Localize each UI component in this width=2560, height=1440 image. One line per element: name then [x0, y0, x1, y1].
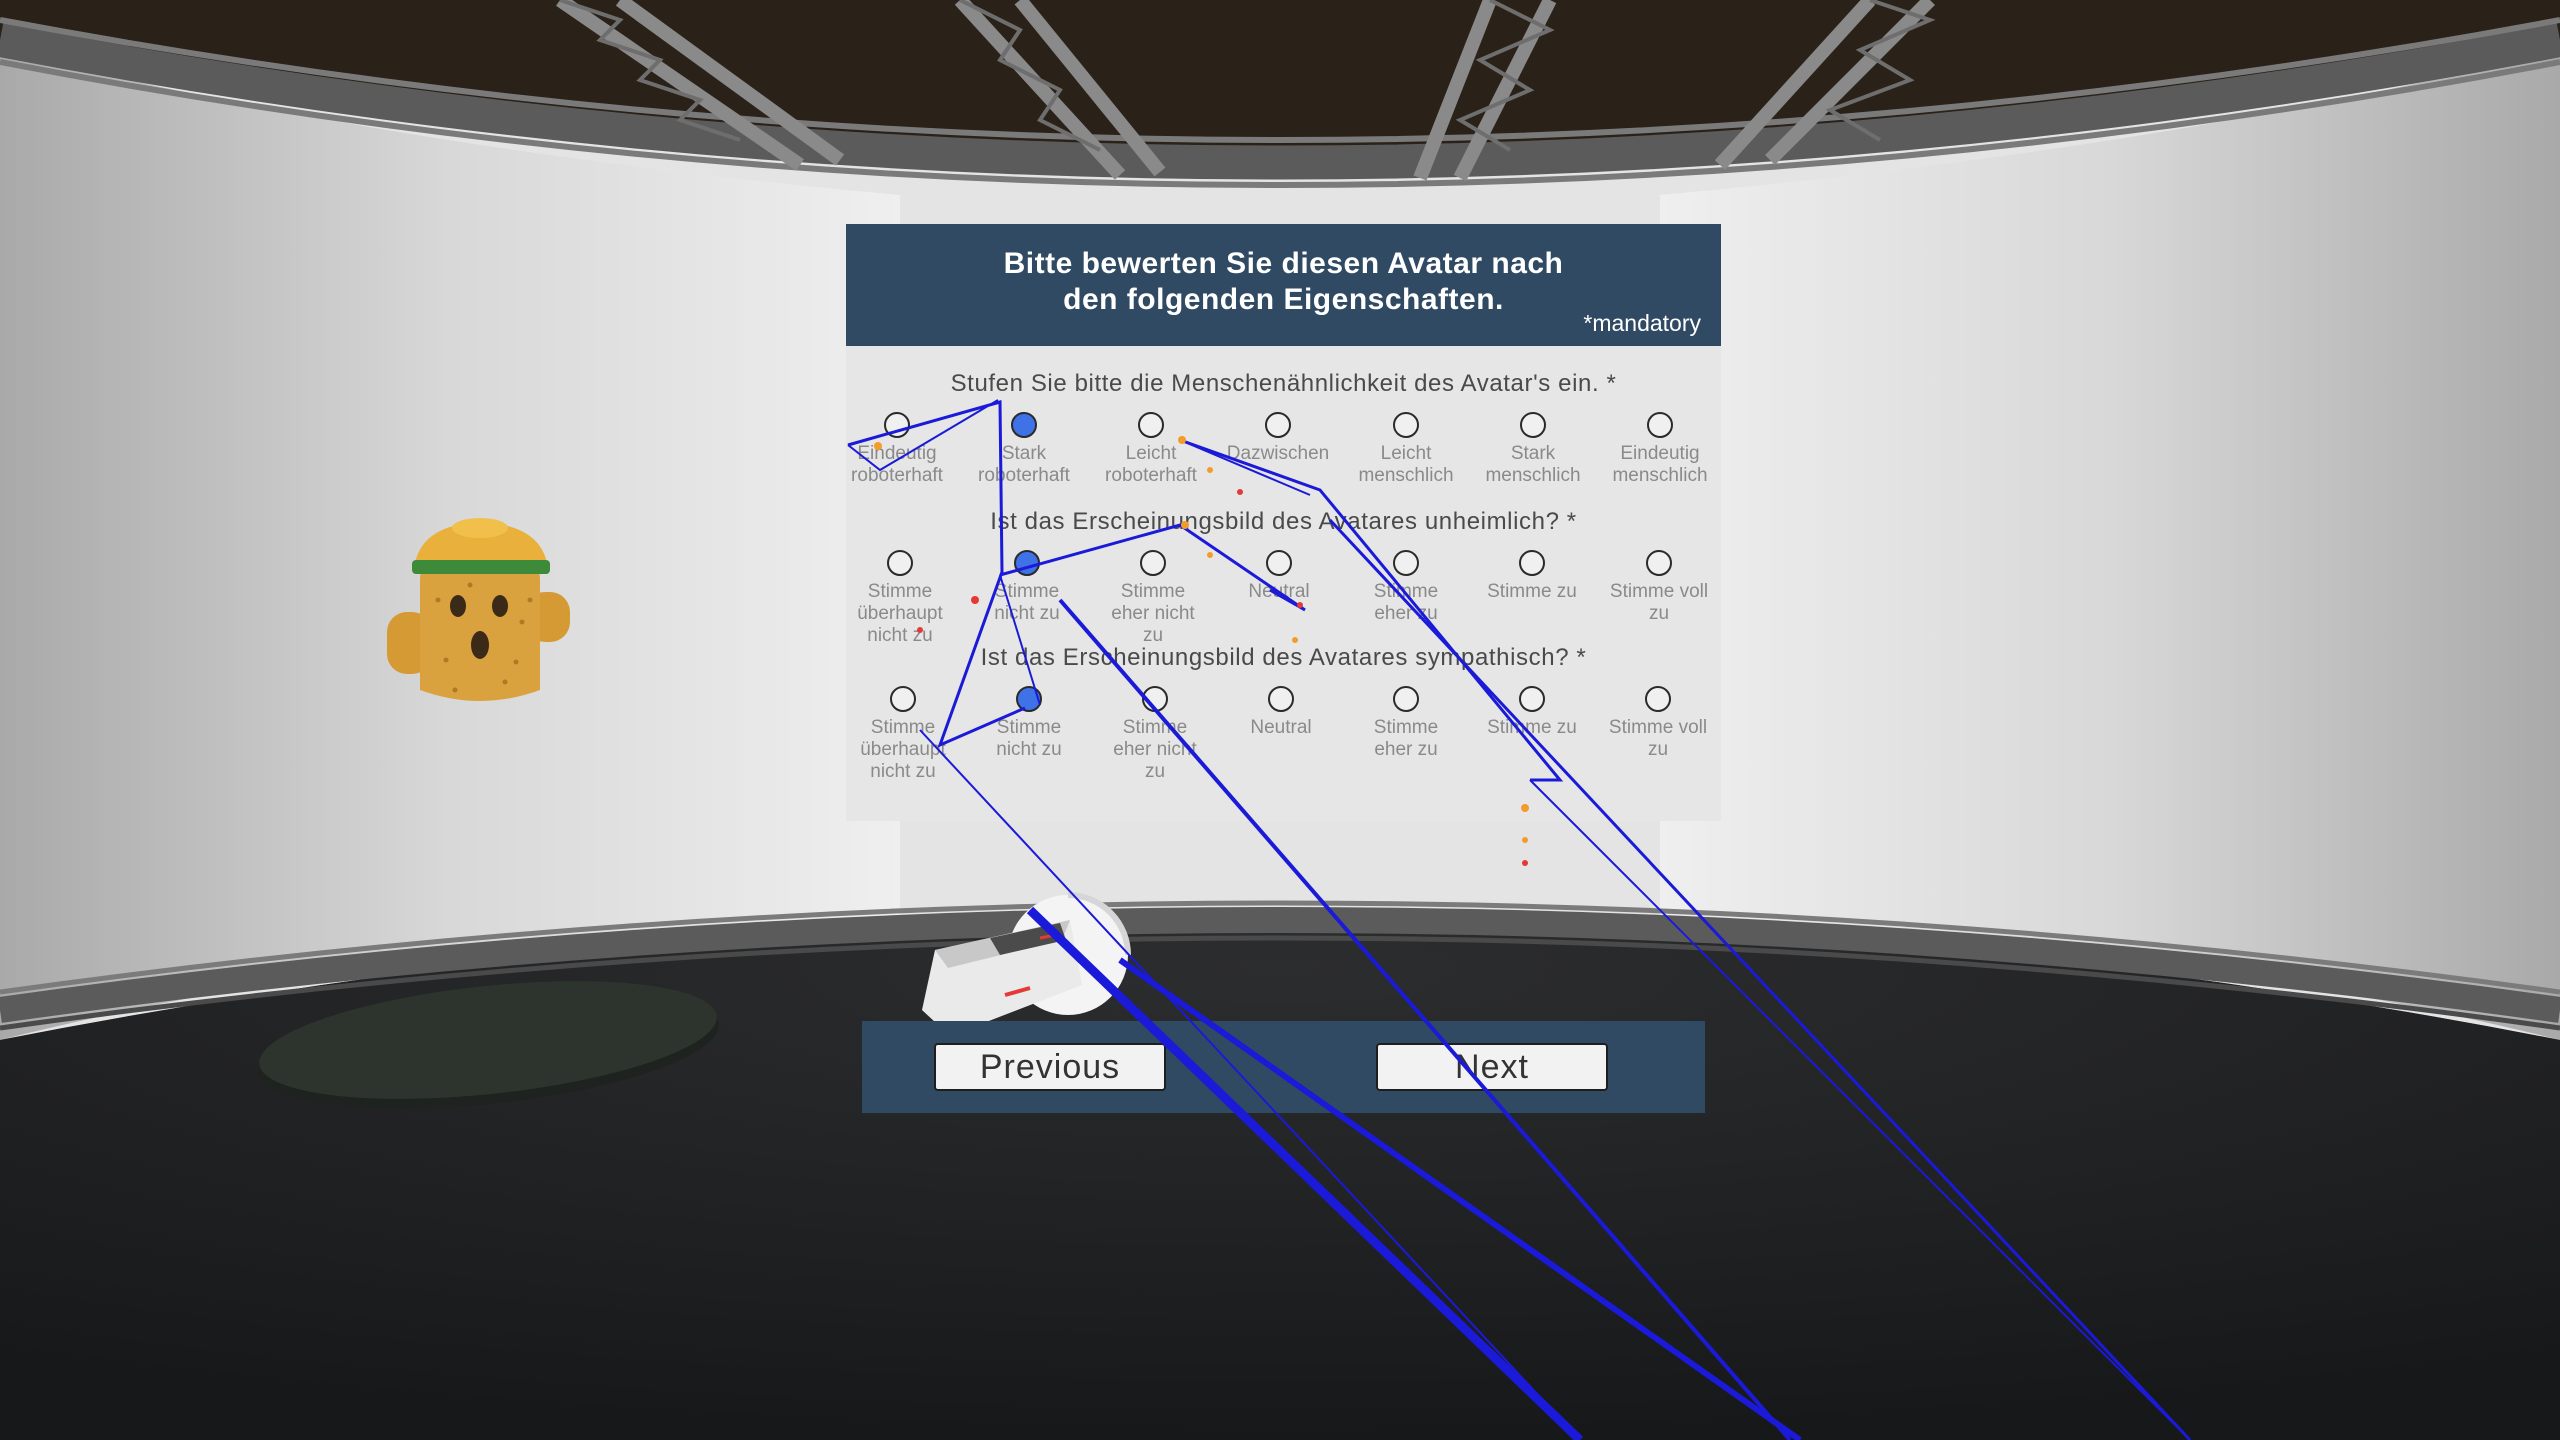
- question-1-text: Stufen Sie bitte die Menschenähnlichkeit…: [950, 370, 1617, 397]
- option-label: Leicht: [1125, 443, 1177, 464]
- question-3-text: Ist das Erscheinungsbild des Avatares sy…: [980, 644, 1587, 671]
- panel-footer: Previous Next: [862, 1021, 1705, 1113]
- q3-option-6[interactable]: Stimme zu: [1468, 686, 1596, 739]
- radio-button[interactable]: [884, 412, 910, 438]
- q3-option-1[interactable]: Stimme überhaupt nicht zu: [839, 686, 967, 783]
- option-label: nicht zu: [870, 761, 936, 782]
- panel-title-line1: Bitte bewerten Sie diesen Avatar nach: [1003, 247, 1564, 280]
- radio-button[interactable]: [1142, 686, 1168, 712]
- q3-option-4[interactable]: Neutral: [1217, 686, 1345, 739]
- option-label: roboterhaft: [851, 465, 943, 486]
- option-label: Stimme: [1373, 581, 1439, 602]
- radio-button-selected[interactable]: [1011, 412, 1037, 438]
- radio-button[interactable]: [1645, 686, 1671, 712]
- q2-option-2[interactable]: Stimme nicht zu: [963, 550, 1091, 625]
- q1-option-5[interactable]: Leicht menschlich: [1342, 412, 1470, 487]
- q3-option-3[interactable]: Stimme eher nicht zu: [1091, 686, 1219, 783]
- option-label: Stimme voll: [1609, 581, 1709, 602]
- q3-option-7[interactable]: Stimme voll zu: [1594, 686, 1722, 761]
- option-label: nicht zu: [996, 739, 1062, 760]
- option-label: Eindeutig: [1620, 443, 1700, 464]
- q2-option-6[interactable]: Stimme zu: [1468, 550, 1596, 603]
- option-label: überhaupt: [860, 739, 946, 760]
- mandatory-note: *mandatory: [1583, 310, 1701, 336]
- q2-option-5[interactable]: Stimme eher zu: [1342, 550, 1470, 625]
- option-label: Stark: [1510, 443, 1556, 464]
- option-label: roboterhaft: [978, 465, 1070, 486]
- radio-button[interactable]: [1266, 550, 1292, 576]
- radio-button[interactable]: [1520, 412, 1546, 438]
- option-label: zu: [1144, 761, 1166, 782]
- option-label: Stimme: [867, 581, 933, 602]
- option-label: eher nicht: [1111, 603, 1195, 624]
- radio-button[interactable]: [1138, 412, 1164, 438]
- q1-option-1[interactable]: Eindeutig roboterhaft: [833, 412, 961, 487]
- option-label: Stimme zu: [1487, 581, 1577, 602]
- option-label: Stimme voll: [1608, 717, 1708, 738]
- option-label: Stimme: [870, 717, 936, 738]
- option-label: Stimme: [996, 717, 1062, 738]
- q1-option-6[interactable]: Stark menschlich: [1469, 412, 1597, 487]
- radio-button[interactable]: [1519, 550, 1545, 576]
- q2-option-7[interactable]: Stimme voll zu: [1595, 550, 1723, 625]
- option-label: Dazwischen: [1226, 443, 1330, 464]
- q1-option-7[interactable]: Eindeutig menschlich: [1596, 412, 1724, 487]
- next-button[interactable]: Next: [1376, 1043, 1608, 1091]
- option-label: eher nicht: [1113, 739, 1197, 760]
- option-label: Stimme: [1120, 581, 1186, 602]
- question-2-text: Ist das Erscheinungsbild des Avatares un…: [990, 508, 1577, 535]
- option-label: menschlich: [1358, 465, 1454, 486]
- radio-button-selected[interactable]: [1014, 550, 1040, 576]
- option-label: nicht zu: [994, 603, 1060, 624]
- previous-button[interactable]: Previous: [934, 1043, 1166, 1091]
- panel-header: Bitte bewerten Sie diesen Avatar nach de…: [846, 224, 1721, 346]
- radio-button[interactable]: [1140, 550, 1166, 576]
- option-label: Stimme: [994, 581, 1060, 602]
- option-label: Stimme: [1373, 717, 1439, 738]
- radio-button[interactable]: [1265, 412, 1291, 438]
- radio-button[interactable]: [1647, 412, 1673, 438]
- option-label: Neutral: [1248, 581, 1310, 602]
- radio-button[interactable]: [1646, 550, 1672, 576]
- option-label: zu: [1648, 603, 1670, 624]
- radio-button[interactable]: [1393, 412, 1419, 438]
- option-label: menschlich: [1612, 465, 1708, 486]
- option-label: Eindeutig: [857, 443, 937, 464]
- radio-button[interactable]: [887, 550, 913, 576]
- radio-button[interactable]: [1393, 550, 1419, 576]
- radio-button[interactable]: [890, 686, 916, 712]
- option-label: Neutral: [1250, 717, 1312, 738]
- radio-button-selected[interactable]: [1016, 686, 1042, 712]
- survey-panel: Bitte bewerten Sie diesen Avatar nach de…: [846, 224, 1721, 1113]
- option-label: menschlich: [1485, 465, 1581, 486]
- option-label: eher zu: [1374, 603, 1438, 624]
- option-label: roboterhaft: [1105, 465, 1197, 486]
- q2-option-3[interactable]: Stimme eher nicht zu: [1089, 550, 1217, 647]
- q1-option-2[interactable]: Stark roboterhaft: [960, 412, 1088, 487]
- option-label: Stimme zu: [1487, 717, 1577, 738]
- q1-option-4[interactable]: Dazwischen: [1214, 412, 1342, 465]
- q2-option-1[interactable]: Stimme überhaupt nicht zu: [836, 550, 964, 647]
- q1-option-3[interactable]: Leicht roboterhaft: [1087, 412, 1215, 487]
- option-label: überhaupt: [857, 603, 943, 624]
- q3-option-2[interactable]: Stimme nicht zu: [965, 686, 1093, 761]
- panel-title: Bitte bewerten Sie diesen Avatar nach de…: [846, 246, 1721, 318]
- option-label: zu: [1647, 739, 1669, 760]
- option-label: eher zu: [1374, 739, 1438, 760]
- radio-button[interactable]: [1393, 686, 1419, 712]
- q2-option-4[interactable]: Neutral: [1215, 550, 1343, 603]
- option-label: Leicht: [1380, 443, 1432, 464]
- option-label: Stark: [1001, 443, 1047, 464]
- radio-button[interactable]: [1519, 686, 1545, 712]
- questions-area: Stufen Sie bitte die Menschenähnlichkeit…: [846, 346, 1721, 821]
- radio-button[interactable]: [1268, 686, 1294, 712]
- option-label: Stimme: [1122, 717, 1188, 738]
- q3-option-5[interactable]: Stimme eher zu: [1342, 686, 1470, 761]
